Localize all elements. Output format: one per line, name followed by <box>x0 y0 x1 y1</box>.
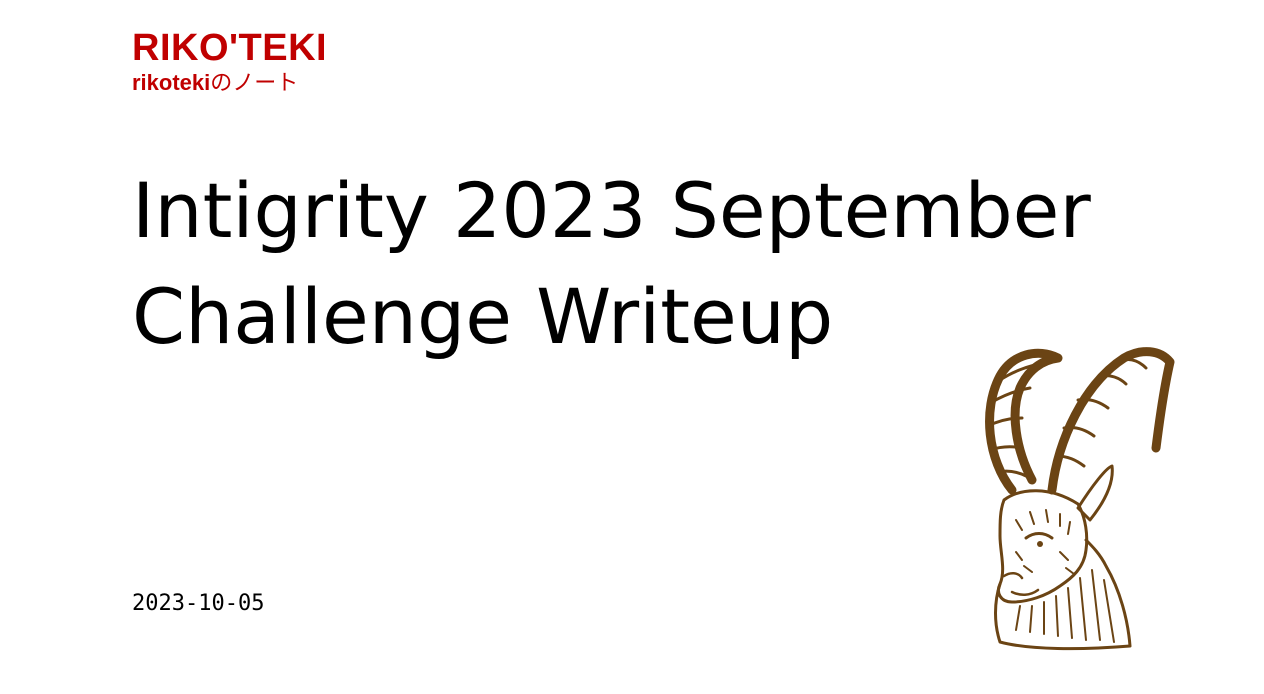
site-tagline: rikotekiのノート <box>132 70 327 96</box>
site-tagline-bold: rikoteki <box>132 70 211 95</box>
site-tagline-rest: のノート <box>210 70 299 95</box>
post-title: Intigrity 2023 September Challenge Write… <box>132 166 1091 361</box>
ibex-icon <box>985 347 1175 651</box>
site-brand[interactable]: RIKO'TEKI rikotekiのノート <box>132 28 327 96</box>
post-date: 2023-10-05 <box>132 591 265 616</box>
site-name: RIKO'TEKI <box>132 27 328 69</box>
